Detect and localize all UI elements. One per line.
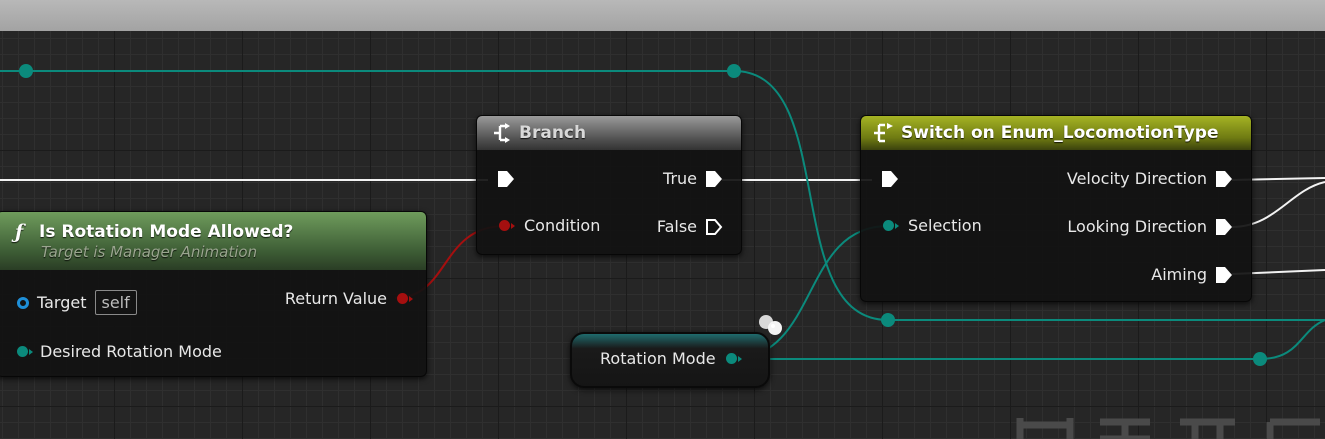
watermark-decoration xyxy=(1016,418,1320,439)
bool-pin[interactable] xyxy=(397,293,413,304)
replicated-icon xyxy=(759,315,782,335)
false-pin-row[interactable]: False xyxy=(657,217,723,236)
false-label: False xyxy=(656,217,697,236)
target-self-field[interactable]: self xyxy=(94,290,137,315)
branch-node[interactable]: Branch Condition True False xyxy=(476,115,742,255)
reroute-knot[interactable] xyxy=(1253,352,1267,366)
branch-title: Branch xyxy=(519,123,587,143)
switch-title: Switch on Enum_LocomotionType xyxy=(901,123,1219,143)
exec-out-pin[interactable] xyxy=(705,170,723,188)
target-label: Target xyxy=(37,293,87,312)
desired-pin-row[interactable]: Desired Rotation Mode xyxy=(17,342,222,361)
switch-output-row[interactable]: Looking Direction xyxy=(1067,217,1233,236)
switch-icon xyxy=(874,123,893,143)
variable-label: Rotation Mode xyxy=(600,349,716,368)
return-value-label: Return Value xyxy=(284,289,387,308)
function-subtitle: Target is Manager Animation xyxy=(41,243,258,261)
true-pin-row[interactable]: True xyxy=(663,169,723,188)
enum-wire-bottom[interactable] xyxy=(731,319,1325,360)
exec-out-pin[interactable] xyxy=(1215,170,1233,188)
condition-pin-row[interactable]: Condition xyxy=(499,216,600,235)
condition-label: Condition xyxy=(524,216,601,235)
enum-pin[interactable] xyxy=(17,346,33,357)
enum-pin[interactable] xyxy=(883,220,899,231)
variable-pin-row[interactable]: Rotation Mode xyxy=(600,349,742,368)
object-pin[interactable] xyxy=(17,296,29,309)
reroute-knot[interactable] xyxy=(19,64,33,78)
selection-pin-row[interactable]: Selection xyxy=(883,216,982,235)
exec-out-pin[interactable] xyxy=(1215,266,1233,284)
switch-output-label: Aiming xyxy=(1151,265,1207,284)
reroute-knot[interactable] xyxy=(727,64,741,78)
true-label: True xyxy=(663,169,697,188)
exec-out-pin[interactable] xyxy=(1215,218,1233,236)
function-title: Is Rotation Mode Allowed? xyxy=(39,222,294,242)
function-icon: ƒ xyxy=(15,221,24,243)
function-node[interactable]: ƒ Is Rotation Mode Allowed? Target is Ma… xyxy=(0,211,427,377)
switch-output-row[interactable]: Aiming xyxy=(1151,265,1233,284)
switch-node[interactable]: Switch on Enum_LocomotionType Selection … xyxy=(860,115,1252,302)
branch-icon xyxy=(494,123,510,143)
switch-exec-in[interactable] xyxy=(881,170,899,188)
exec-out-pin-unconnected[interactable] xyxy=(705,218,723,236)
switch-output-label: Looking Direction xyxy=(1067,217,1207,236)
enum-pin[interactable] xyxy=(725,353,742,364)
switch-output-label: Velocity Direction xyxy=(1066,169,1207,188)
rotation-mode-variable-node[interactable]: Rotation Mode xyxy=(570,332,770,388)
selection-label: Selection xyxy=(908,216,982,235)
target-pin-row[interactable]: Target self xyxy=(17,290,137,315)
exec-in-pin[interactable] xyxy=(497,170,515,188)
desired-rotation-label: Desired Rotation Mode xyxy=(40,342,222,361)
return-pin-row[interactable]: Return Value xyxy=(284,289,413,308)
bool-pin[interactable] xyxy=(499,220,515,231)
reroute-knot[interactable] xyxy=(881,313,895,327)
switch-output-row[interactable]: Velocity Direction xyxy=(1067,169,1233,188)
branch-exec-in[interactable] xyxy=(497,170,515,188)
exec-in-pin[interactable] xyxy=(881,170,899,188)
